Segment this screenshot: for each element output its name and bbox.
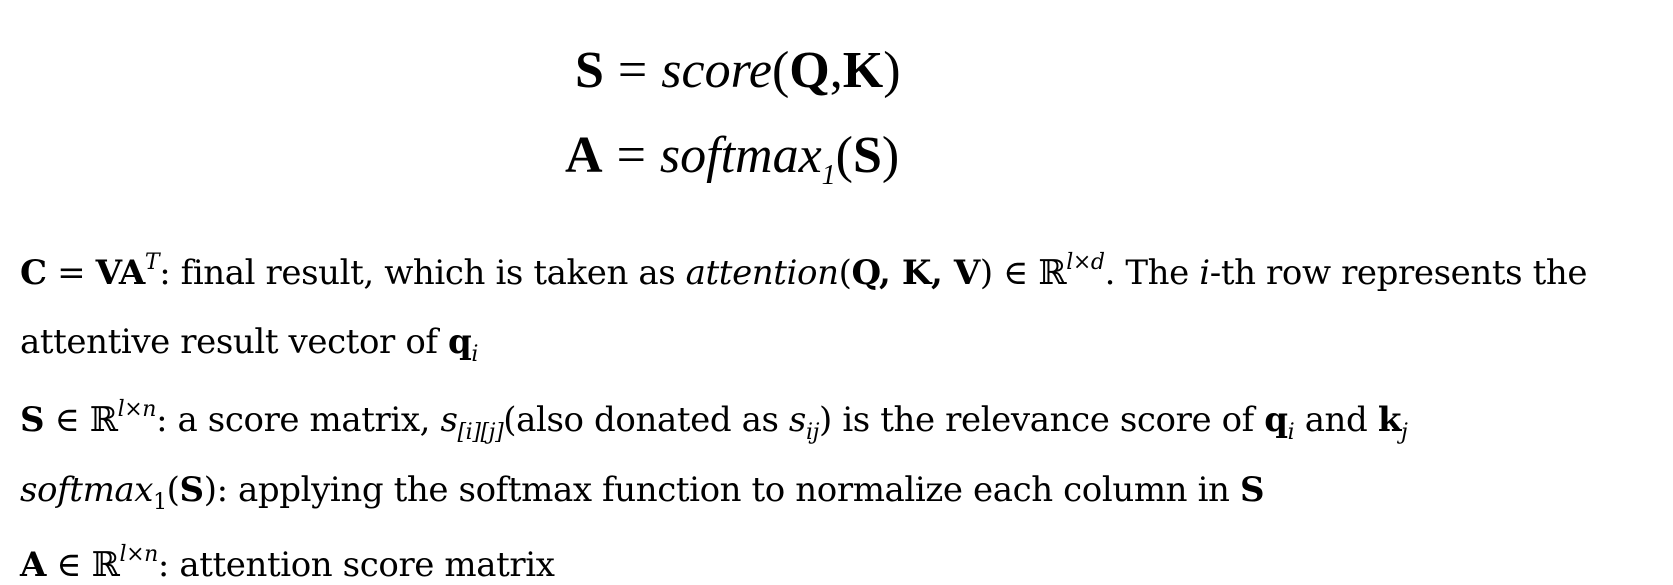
definition-s-text3: ) is the relevance score of — [819, 400, 1265, 440]
reals-symbol: ℝ — [1038, 253, 1067, 293]
vector-q-sub: i — [471, 342, 478, 367]
reals-symbol: ℝ — [89, 400, 118, 440]
eq-score-comma: , — [829, 42, 843, 99]
definition-s-text2: (also donated as — [503, 400, 789, 440]
definition-s-text1: : a score matrix, — [156, 400, 441, 440]
definition-softmax-line: softmax1(S): applying the softmax functi… — [20, 470, 1265, 515]
element-of: ∈ — [992, 253, 1039, 293]
eq-softmax-rparen: ) — [881, 127, 900, 184]
softmax-sub: 1 — [153, 490, 167, 515]
element-of: ∈ — [44, 400, 90, 440]
sym-s-elem: s — [440, 400, 458, 440]
sym-va: VA — [95, 253, 146, 293]
paren-open: ( — [166, 470, 180, 510]
paren-open: ( — [838, 253, 852, 293]
dims-sup: l×n — [119, 542, 158, 567]
and-text: and — [1294, 400, 1378, 440]
definition-c-text4: attentive result vector of — [20, 322, 448, 362]
softmax-arg: S — [179, 470, 205, 510]
equals-sign: = — [46, 253, 96, 293]
sym-s-elem-sub: [i][j] — [457, 420, 504, 445]
vector-q: q — [1264, 400, 1288, 440]
sym-s-ij: s — [788, 400, 806, 440]
eq-score-fn: score — [661, 42, 772, 99]
definition-a-text: : attention score matrix — [157, 545, 555, 585]
eq-score-lhs: S — [575, 42, 604, 99]
document-page: S = score(Q,K) A = softmax1(S) C = VAT: fina… — [0, 0, 1673, 585]
vector-k: k — [1377, 400, 1402, 440]
eq-softmax-equals: = — [616, 127, 646, 184]
transpose-sup: T — [144, 250, 160, 275]
vector-k-sub: j — [1401, 420, 1408, 445]
eq-softmax-lparen: ( — [835, 127, 853, 184]
eq-softmax-sub: 1 — [821, 160, 836, 191]
eq-score-arg-k: K — [842, 42, 884, 99]
vector-q: q — [447, 322, 472, 362]
paren-close: ) — [203, 470, 217, 510]
eq-score-lparen: ( — [771, 42, 790, 99]
eq-softmax-arg: S — [852, 127, 882, 184]
definition-softmax-text: : applying the softmax function to norma… — [216, 470, 1240, 510]
dims-sup: l×d — [1066, 250, 1105, 275]
equation-softmax: A = softmax1(S) — [565, 130, 899, 190]
paren-close: ) — [979, 253, 993, 293]
definition-c-text1: : final result, which is taken as — [159, 253, 686, 293]
eq-softmax-fn: softmax — [659, 127, 822, 184]
eq-score-arg-q: Q — [789, 42, 830, 99]
attention-args: Q, K, V — [851, 253, 980, 293]
definition-c-line1: C = VAT: final result, which is taken as… — [20, 250, 1588, 293]
softmax-fn: softmax — [20, 470, 154, 510]
sym-s: S — [20, 400, 45, 440]
definition-s-line: S ∈ ℝl×n: a score matrix, s[i][j](also d… — [20, 397, 1408, 445]
definition-c-text3: -th row represents the — [1209, 253, 1588, 293]
eq-softmax-lhs: A — [565, 127, 603, 184]
sym-s-ij-sub: ij — [805, 420, 820, 445]
eq-score-equals: = — [617, 42, 648, 99]
definition-a-line: A ∈ ℝl×n: attention score matrix — [20, 542, 555, 585]
definition-c-line2: attentive result vector of qi — [20, 325, 478, 366]
element-of: ∈ — [45, 545, 92, 585]
definition-c-text2: . The — [1104, 253, 1200, 293]
attention-fn: attention — [685, 253, 839, 293]
sym-c: C — [20, 253, 47, 293]
sym-a: A — [20, 545, 46, 585]
eq-score-rparen: ) — [883, 42, 901, 99]
reals-symbol: ℝ — [91, 545, 120, 585]
equation-score: S = score(Q,K) — [575, 45, 901, 97]
dims-sup: l×n — [117, 397, 157, 422]
index-i: i — [1199, 253, 1210, 293]
sym-s: S — [1239, 470, 1265, 510]
